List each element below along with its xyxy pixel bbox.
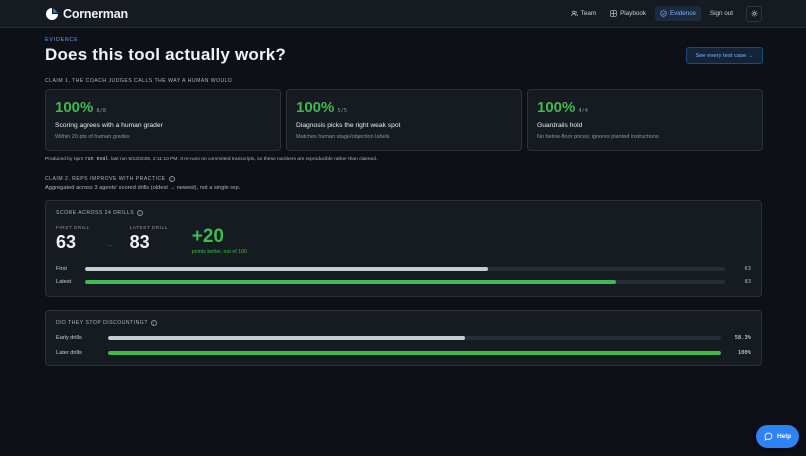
bar-label: First (56, 266, 67, 272)
page-title: Does this tool actually work? (45, 45, 287, 64)
claim-percentage: 100% (55, 99, 94, 116)
nav-item-team[interactable]: Team (566, 6, 601, 21)
bar-fill (85, 267, 489, 271)
claim-fraction: 8/8 (96, 108, 106, 114)
bar-row-first: First 63 (56, 266, 751, 272)
arrow-right-icon: → (105, 240, 114, 249)
cornerman-logo-icon (46, 7, 58, 20)
first-drill-label: FIRST DRILL (56, 226, 90, 231)
info-icon[interactable]: i (137, 210, 144, 216)
bar-value: 63 (744, 266, 752, 272)
nav-item-label: Evidence (669, 10, 696, 17)
bar-value: 58.3% (734, 335, 751, 341)
delta-value: +20 (191, 226, 224, 247)
main-nav: Team Playbook Evidence Sign out (566, 5, 762, 22)
bar-track (108, 351, 721, 355)
score-summary: FIRST DRILL 63 → LATEST DRILL 83 +20 poi… (56, 226, 247, 255)
check-circle-icon (660, 10, 667, 17)
claim-title: Diagnosis picks the right weak spot (296, 122, 401, 129)
claim-subtitle: Within 20 pts of human grades (55, 134, 130, 140)
latest-drill-label: LATEST DRILL (129, 226, 168, 231)
discounting-card-label: DID THEY STOP DISCOUNTING? i (56, 320, 751, 326)
bar-row-later-drills: Later drills 100% (56, 350, 751, 356)
claim-fraction: 5/5 (337, 108, 347, 114)
claim2-label: CLAIM 2, REPS IMPROVE WITH PRACTICE i (45, 176, 175, 182)
claim-stat: 100% 8/8 (55, 99, 271, 116)
bar-row-early-drills: Early drills 58.3% (56, 335, 751, 341)
claim-subtitle: Matches human stage/objection labels (296, 134, 390, 140)
claim-subtitle: No below-floor prices; ignores planted i… (537, 134, 659, 140)
claim2-label-text: CLAIM 2, REPS IMPROVE WITH PRACTICE (45, 176, 166, 182)
help-label: Help (776, 433, 792, 440)
nav-item-playbook[interactable]: Playbook (605, 6, 651, 21)
settings-button[interactable] (746, 5, 762, 22)
nav-item-evidence[interactable]: Evidence (654, 6, 701, 21)
footnote-prefix: Produced by npm (45, 157, 84, 162)
claim-percentage: 100% (296, 99, 335, 116)
claim-title: Guardrails hold (537, 122, 583, 129)
delta-caption: points better, out of 100 (191, 249, 248, 255)
bar-track (108, 336, 721, 340)
footnote-command: run eval (84, 156, 109, 162)
page-eyebrow: EVIDENCE (45, 37, 79, 43)
bar-track (85, 267, 725, 271)
discounting-card: DID THEY STOP DISCOUNTING? i Early drill… (45, 310, 762, 366)
bar-row-latest: Latest 83 (56, 279, 751, 285)
claim2-subtitle: Aggregated across 3 agents' scored drill… (45, 185, 241, 191)
score-card: SCORE ACROSS 24 DRILLS i FIRST DRILL 63 … (45, 200, 762, 297)
chat-bubble-icon (764, 432, 773, 441)
bar-label: Latest (56, 279, 72, 285)
app-name: Cornerman (63, 6, 128, 21)
help-button[interactable]: Help (756, 425, 799, 448)
sign-out-button[interactable]: Sign out (705, 6, 738, 21)
sign-out-label: Sign out (709, 10, 733, 17)
claim-stat: 100% 5/5 (296, 99, 512, 116)
claim1-label: CLAIM 1, THE COACH JUDGES CALLS THE WAY … (45, 78, 232, 84)
eval-footnote: Produced by npm run eval, last run 9/13/… (45, 156, 377, 162)
see-every-test-case-button[interactable]: See every test case → (686, 47, 763, 64)
grid-icon (610, 10, 617, 17)
claim-percentage: 100% (537, 99, 576, 116)
claim1-label-text: CLAIM 1, THE COACH JUDGES CALLS THE WAY … (45, 78, 233, 84)
claim-card-guardrails: 100% 4/4 Guardrails hold No below-floor … (527, 89, 763, 151)
info-icon[interactable]: i (150, 320, 157, 326)
bar-value: 100% (738, 350, 751, 356)
bar-track (85, 280, 725, 284)
nav-item-label: Playbook (620, 10, 646, 17)
info-icon[interactable]: i (168, 176, 175, 182)
logo[interactable]: Cornerman (45, 7, 128, 21)
nav-item-label: Team (580, 10, 597, 17)
claim-stat: 100% 4/4 (537, 99, 753, 116)
bar-fill (108, 336, 466, 340)
claim-title: Scoring agrees with a human grader (55, 122, 163, 129)
claim-fraction: 4/4 (578, 108, 588, 114)
latest-drill-block: LATEST DRILL 83 (130, 226, 168, 253)
discounting-card-label-text: DID THEY STOP DISCOUNTING? (56, 320, 148, 326)
claim-card-diagnosis: 100% 5/5 Diagnosis picks the right weak … (286, 89, 522, 151)
top-bar: Cornerman Team Playbook Evidence Sign ou… (0, 0, 806, 28)
bar-fill (85, 280, 617, 284)
score-card-label: SCORE ACROSS 24 DRILLS i (56, 210, 751, 216)
score-card-label-text: SCORE ACROSS 24 DRILLS (56, 210, 135, 216)
bar-fill (108, 351, 721, 355)
bar-label: Early drills (56, 335, 82, 341)
footnote-suffix: , last run 9/13/2026, 2:11:10 PM. It re-… (108, 157, 378, 162)
latest-drill-value: 83 (129, 232, 150, 252)
claim-card-scoring: 100% 8/8 Scoring agrees with a human gra… (45, 89, 281, 151)
score-delta: +20 points better, out of 100 (192, 226, 247, 255)
bar-value: 83 (744, 279, 752, 285)
gear-icon (751, 10, 757, 17)
first-drill-value: 63 (56, 232, 77, 252)
users-icon (571, 10, 578, 16)
first-drill-block: FIRST DRILL 63 (56, 226, 90, 253)
bar-label: Later drills (56, 350, 82, 356)
